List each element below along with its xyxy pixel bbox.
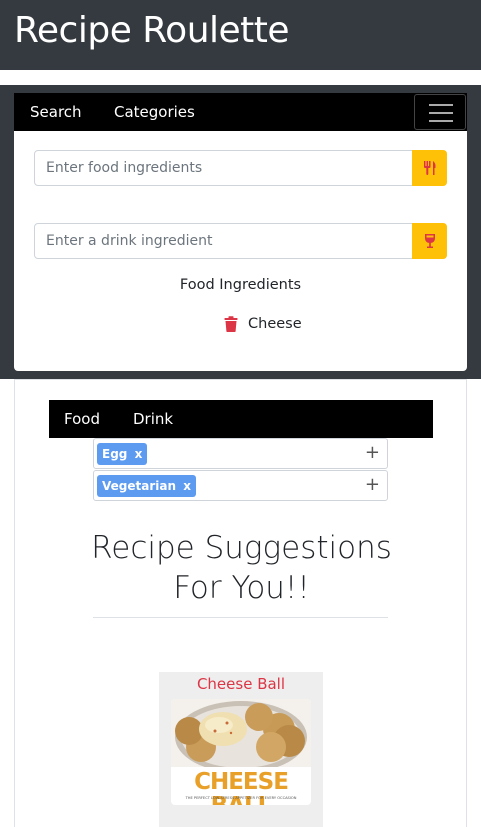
tag-selector-2[interactable]: Vegetarian x + <box>93 470 388 501</box>
recipe-name-link[interactable]: Cheese Ball <box>159 675 323 693</box>
results-section: Food Drink Egg x + Vegetarian x + Recipe… <box>14 379 467 827</box>
search-panel: Search Categories Enter food ingredients… <box>0 85 481 379</box>
hamburger-icon-bar <box>429 112 453 114</box>
category-tabbar: Food Drink <box>49 400 433 438</box>
search-card: Food Ingredients Cheese <box>14 131 467 371</box>
ingredient-label: Cheese <box>248 316 302 332</box>
app-title: Recipe Roulette <box>14 10 290 51</box>
tag-label: Vegetarian <box>102 479 177 493</box>
tag-remove-icon[interactable]: x <box>135 447 143 461</box>
recipe-card[interactable]: Cheese Ball CHEESE BALL THE PERFEC <box>159 672 323 827</box>
hamburger-icon-bar <box>429 120 453 122</box>
suggestions-title-line2: For You!! <box>173 570 310 606</box>
utensils-icon <box>423 161 436 175</box>
tag-chip[interactable]: Vegetarian x <box>97 475 196 497</box>
app-header: Recipe Roulette <box>0 0 481 70</box>
add-tag-button[interactable]: + <box>365 442 380 463</box>
drink-add-button[interactable] <box>412 223 447 259</box>
tag-label: Egg <box>102 447 128 461</box>
wine-glass-icon <box>424 234 435 248</box>
suggestions-title: Recipe Suggestions For You!! <box>15 528 468 608</box>
tag-selector-1[interactable]: Egg x + <box>93 438 388 469</box>
nav-bar: Search Categories <box>14 93 467 131</box>
ingredient-item: Cheese <box>224 314 302 334</box>
food-ingredient-input[interactable] <box>35 151 413 185</box>
tab-drink[interactable]: Drink <box>133 410 173 428</box>
drink-ingredient-input[interactable] <box>35 224 413 258</box>
menu-toggle-button[interactable] <box>414 94 466 130</box>
trash-icon[interactable] <box>224 316 238 332</box>
recipe-image-subtitle: THE PERFECT LOW-STRESS APPETIZER FOR EVE… <box>185 796 297 800</box>
nav-categories-link[interactable]: Categories <box>114 103 195 121</box>
add-tag-button[interactable]: + <box>365 474 380 495</box>
tag-remove-icon[interactable]: x <box>183 479 191 493</box>
recipe-image[interactable]: CHEESE BALL THE PERFECT LOW-STRESS APPET… <box>171 699 311 805</box>
food-add-button[interactable] <box>412 150 447 186</box>
food-input-group <box>34 150 447 186</box>
nav-search-link[interactable]: Search <box>30 103 82 121</box>
drink-input-group <box>34 223 447 259</box>
divider <box>93 617 388 618</box>
food-ingredients-heading: Food Ingredients <box>179 277 302 293</box>
tab-food[interactable]: Food <box>64 410 100 428</box>
tag-chip[interactable]: Egg x <box>97 443 148 465</box>
suggestions-title-line1: Recipe Suggestions <box>91 530 392 566</box>
hamburger-icon <box>429 104 453 106</box>
